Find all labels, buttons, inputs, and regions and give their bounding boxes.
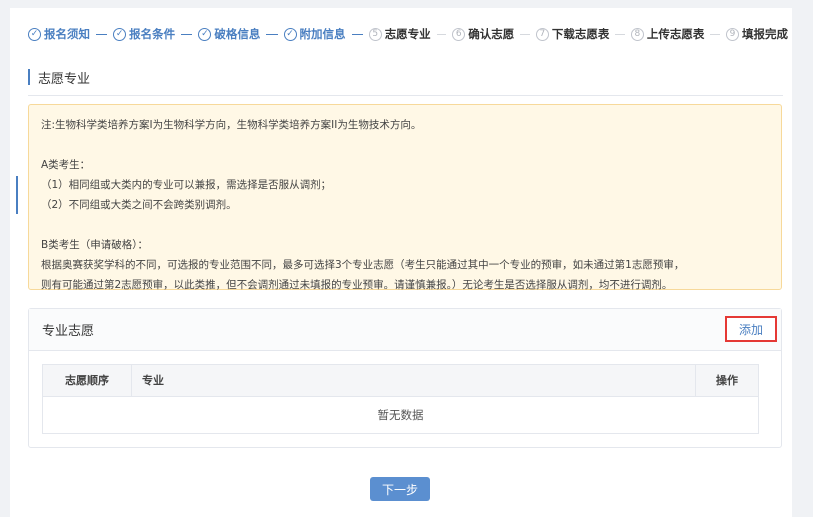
major-preference-panel: 专业志愿 添加 志愿顺序 专业 操作 暂无数据 <box>28 308 782 448</box>
number-circle-icon: 6 <box>452 27 466 41</box>
step-2: ✓ 报名条件 <box>113 26 175 42</box>
step-label: 报名条件 <box>129 27 176 41</box>
notice-line: （2）不同组或大类之间不会跨类别调剂。 <box>41 199 237 211</box>
step-separator <box>96 33 108 35</box>
check-circle-icon: ✓ <box>198 27 212 41</box>
step-label: 上传志愿表 <box>646 27 705 41</box>
number-circle-icon: 5 <box>368 27 382 41</box>
step-7: 7 下载志愿表 <box>535 26 610 42</box>
notice-line: 则有可能通过第2志愿预审，以此类推，但不会调剂通过未填报的专业预审。请谨慎兼报。… <box>41 279 673 291</box>
step-label: 报名须知 <box>44 27 90 41</box>
number-circle-icon: 9 <box>726 27 739 41</box>
step-separator <box>181 33 193 35</box>
step-label: 附加信息 <box>299 27 346 41</box>
add-button[interactable]: 添加 <box>725 316 777 342</box>
number-circle-icon: 8 <box>630 27 644 41</box>
step-separator <box>266 33 278 35</box>
step-progress: ✓ 报名须知 ✓ 报名条件 ✓ 破格信息 ✓ 附加信息 5 志愿专业 6 确认志… <box>28 24 788 44</box>
step-separator <box>710 33 720 35</box>
step-label: 志愿专业 <box>384 27 431 41</box>
step-label: 填报完成 <box>742 27 788 41</box>
step-6: 6 确认志愿 <box>452 26 514 42</box>
step-separator <box>436 33 447 35</box>
check-circle-icon: ✓ <box>113 27 127 41</box>
number-circle-icon: 7 <box>535 27 549 41</box>
step-3: ✓ 破格信息 <box>198 26 260 42</box>
step-9: 9 填报完成 <box>726 26 788 42</box>
step-separator <box>520 33 530 35</box>
notice-b-title: B类考生（申请破格）： <box>41 239 148 251</box>
step-label: 下载志愿表 <box>551 27 610 41</box>
notice-line: 根据奥赛获奖学科的不同，可选报的专业范围不同，最多可选择3个专业志愿（考生只能通… <box>41 259 685 271</box>
step-4: ✓ 附加信息 <box>283 26 346 42</box>
step-1: ✓ 报名须知 <box>28 26 90 42</box>
notice-box: 注:生物科学类培养方案I为生物科学方向，生物科学类培养方案II为生物技术方向。 … <box>28 104 782 291</box>
panel-header: 专业志愿 添加 <box>29 309 781 351</box>
preference-table: 志愿顺序 专业 操作 暂无数据 <box>42 364 759 434</box>
main-card: ✓ 报名须知 ✓ 报名条件 ✓ 破格信息 ✓ 附加信息 5 志愿专业 6 确认志… <box>10 8 792 517</box>
check-circle-icon: ✓ <box>28 27 41 41</box>
notice-line: （1）相同组或大类内的专业可以兼报，需选择是否服从调剂； <box>41 179 332 191</box>
step-separator <box>615 33 625 35</box>
notice-a-title: A类考生： <box>41 159 91 171</box>
section-header: 志愿专业 <box>28 61 783 96</box>
step-separator <box>351 33 363 35</box>
column-header-order: 志愿顺序 <box>43 365 132 396</box>
step-label: 确认志愿 <box>468 27 515 41</box>
step-label: 破格信息 <box>214 27 261 41</box>
notice-line: 注:生物科学类培养方案I为生物科学方向，生物科学类培养方案II为生物技术方向。 <box>41 119 422 131</box>
empty-state: 暂无数据 <box>377 408 424 422</box>
step-5: 5 志愿专业 <box>368 26 431 42</box>
section-title: 志愿专业 <box>38 72 91 87</box>
table-header: 志愿顺序 专业 操作 <box>43 365 758 397</box>
panel-title: 专业志愿 <box>42 324 95 339</box>
left-accent-bar <box>16 176 18 214</box>
check-circle-icon: ✓ <box>283 27 297 41</box>
column-header-major: 专业 <box>142 374 164 387</box>
column-header-action: 操作 <box>695 365 758 396</box>
step-8: 8 上传志愿表 <box>630 26 705 42</box>
title-accent-bar <box>28 69 30 85</box>
next-step-button[interactable]: 下一步 <box>370 477 430 501</box>
